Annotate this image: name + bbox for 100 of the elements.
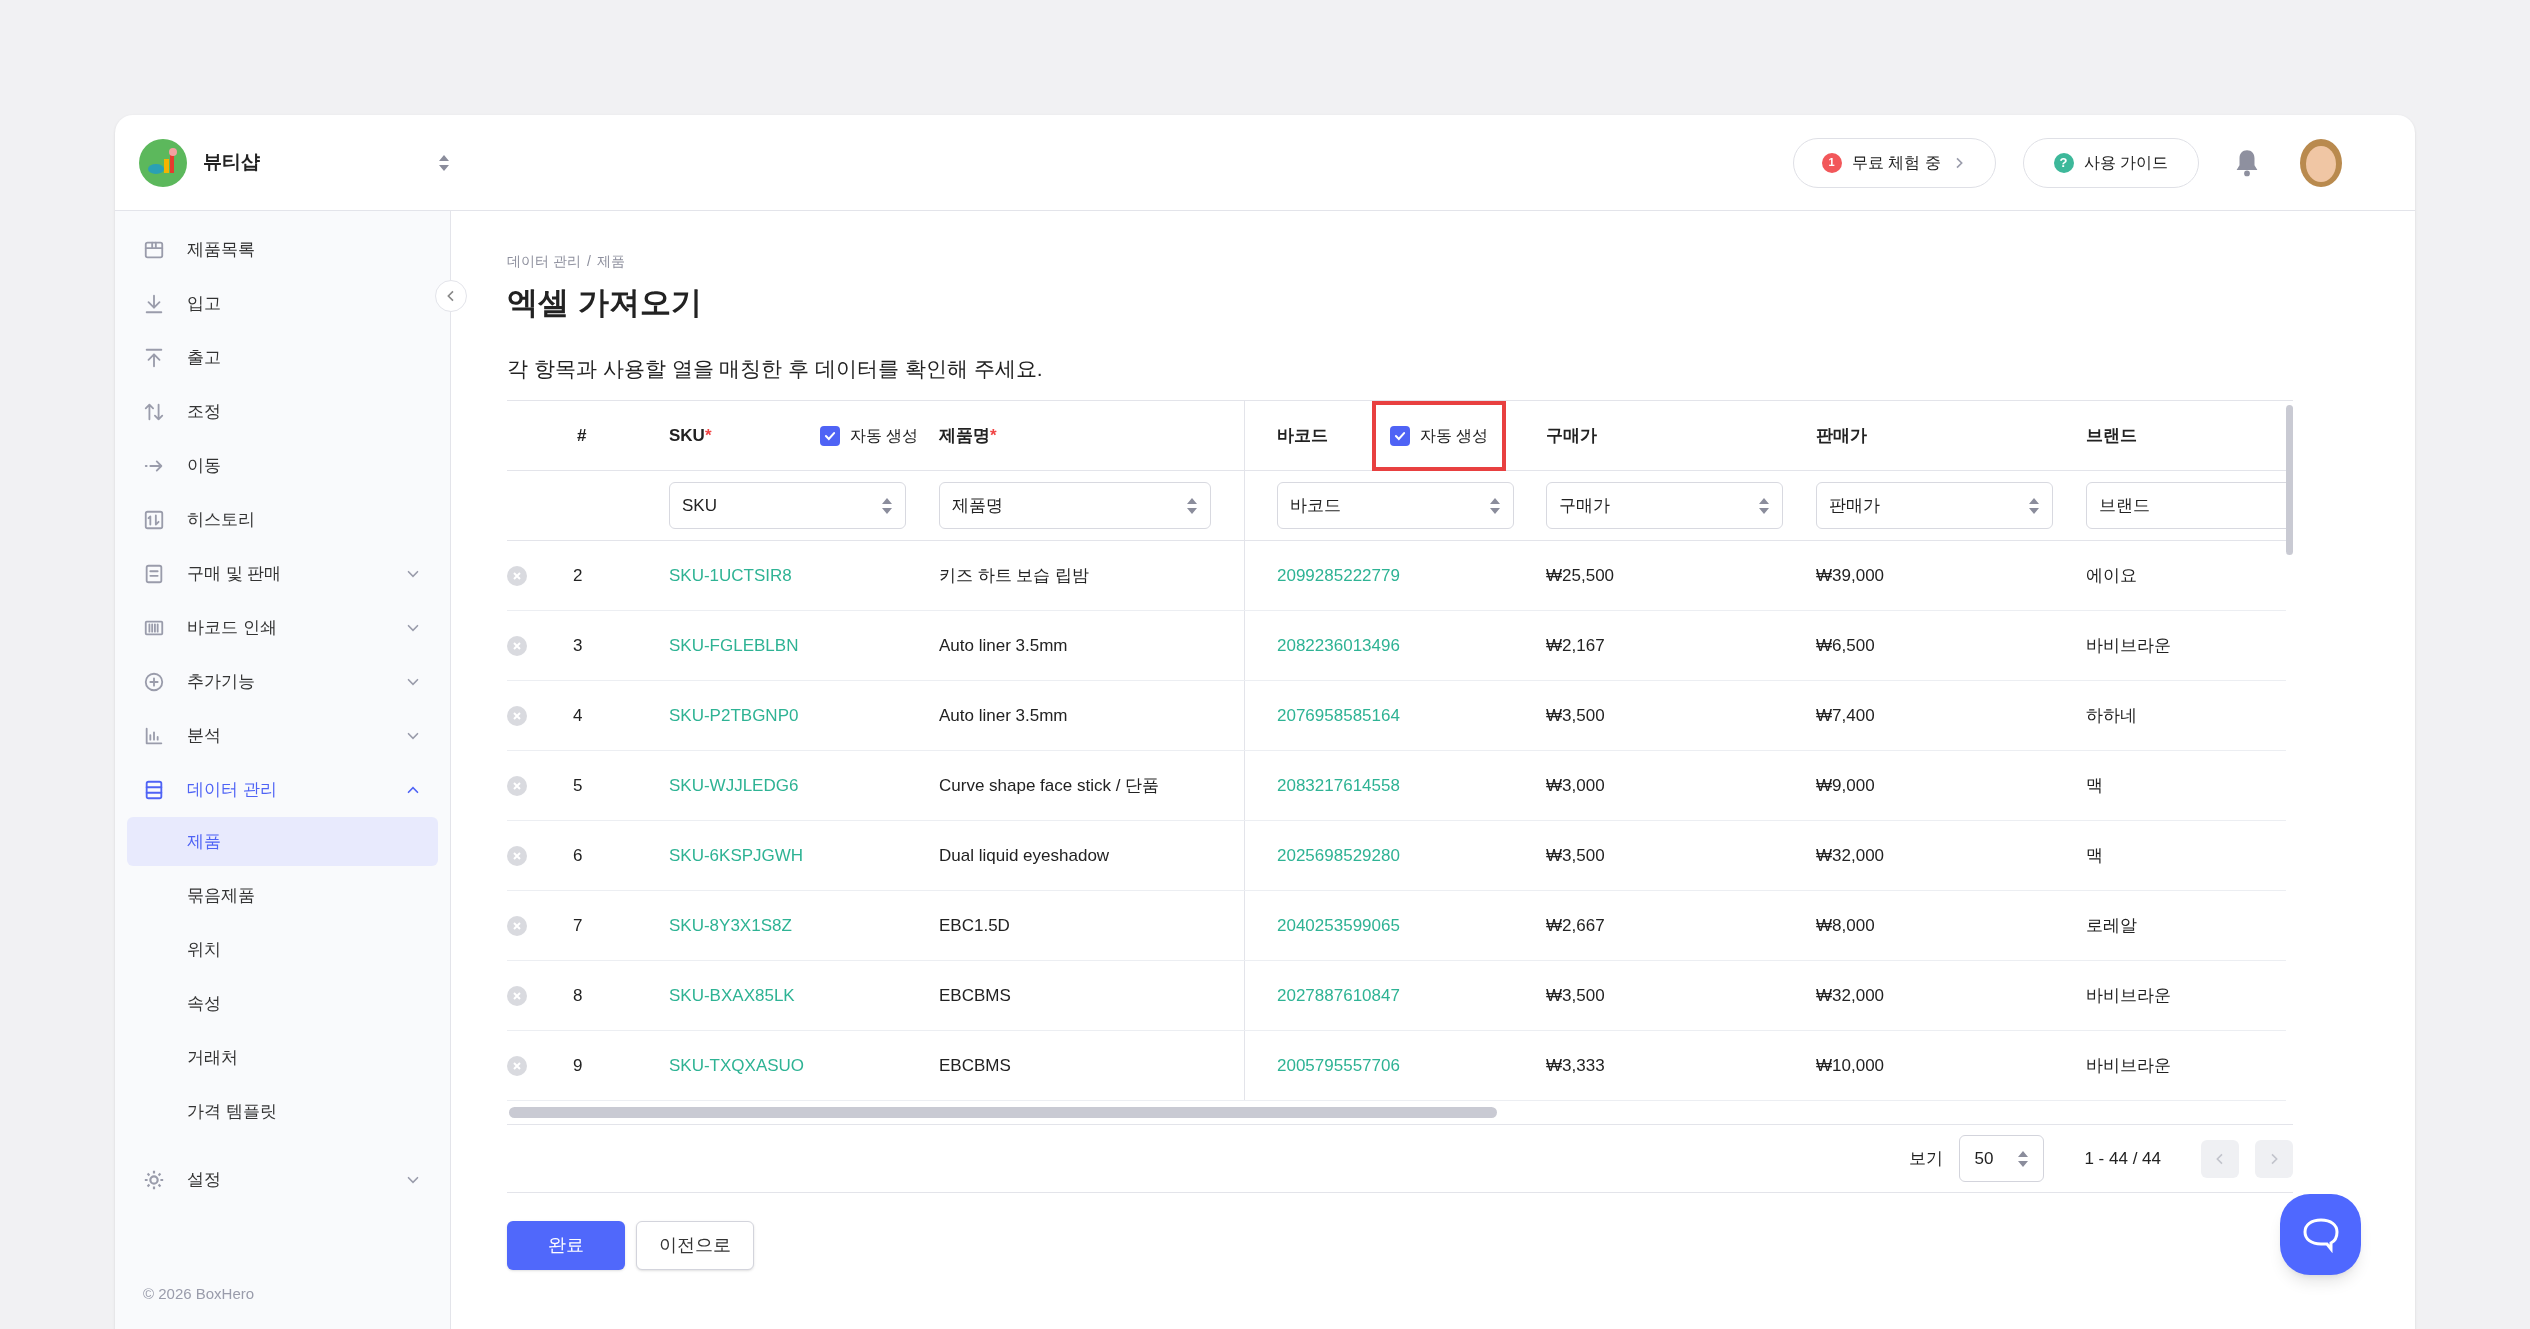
table-cell-text: ₩3,000	[1546, 774, 1605, 797]
sort-arrows-icon	[2028, 496, 2040, 515]
table-cell-text: 맥	[2086, 844, 2103, 867]
sidebar-subitem[interactable]: 속성	[127, 979, 438, 1028]
column-select[interactable]: 바코드	[1277, 482, 1514, 529]
table-cell-text: ₩32,000	[1816, 984, 1885, 1007]
sidebar-item[interactable]: 바코드 인쇄	[127, 601, 438, 655]
scrollbar-thumb[interactable]	[2286, 405, 2293, 555]
chat-button[interactable]	[2280, 1194, 2361, 1275]
page-title: 엑셀 가져오기	[507, 284, 703, 322]
sidebar-item[interactable]: 분석	[127, 709, 438, 763]
remove-icon[interactable]	[507, 635, 527, 656]
avatar[interactable]	[2299, 137, 2343, 188]
table-cell-text: EBC1.5D	[939, 914, 1010, 937]
sidebar-subitem[interactable]: 제품	[127, 817, 438, 866]
checkbox[interactable]	[819, 425, 840, 446]
collapse-button[interactable]	[435, 280, 467, 312]
bar-chart-icon	[143, 725, 165, 747]
sidebar-item[interactable]: 이동	[127, 439, 438, 493]
table-cell-text: ₩3,500	[1546, 984, 1605, 1007]
remove-icon[interactable]	[507, 705, 527, 726]
table-cell-text: 에이요	[2086, 564, 2137, 587]
sidebar-subitem[interactable]: 가격 템플릿	[127, 1087, 438, 1136]
page-size-label: 보기	[1909, 1147, 1944, 1170]
table-cell-text: EBCBMS	[939, 1054, 1011, 1077]
sidebar-item[interactable]: 제품목록	[127, 223, 438, 277]
row-number: 4	[573, 704, 583, 727]
remove-icon[interactable]	[507, 1055, 527, 1076]
cosmetics-logo	[139, 138, 187, 187]
remove-icon[interactable]	[507, 565, 527, 586]
sort-arrows-icon	[438, 153, 450, 172]
row-number: 9	[573, 1054, 583, 1077]
row-number: 7	[573, 914, 583, 937]
sidebar-item[interactable]: 설정	[127, 1153, 438, 1207]
table-cell-text: ₩9,000	[1816, 774, 1875, 797]
auto-generate-checkbox[interactable]: 자동 생성	[1372, 401, 1507, 471]
table-cell-text: 하하네	[2086, 704, 2137, 727]
plus-circle-icon	[143, 671, 165, 693]
box-icon	[143, 239, 165, 261]
sidebar-item[interactable]: 데이터 관리	[127, 763, 438, 817]
table-cell-text: ₩3,333	[1546, 1054, 1605, 1077]
row-number: 2	[573, 564, 583, 587]
sidebar-item[interactable]: 히스토리	[127, 493, 438, 547]
complete-button[interactable]: 완료	[507, 1221, 625, 1270]
page-size-select[interactable]: 50	[1959, 1135, 2045, 1182]
column-select[interactable]: SKU	[669, 482, 906, 529]
column-header: 제품명*	[939, 424, 997, 447]
table-cell-text: ₩8,000	[1816, 914, 1875, 937]
table-cell-text: Dual liquid eyeshadow	[939, 844, 1110, 867]
sidebar-subitem[interactable]: 위치	[127, 925, 438, 974]
table-cell-text: ₩2,167	[1546, 634, 1605, 657]
table-cell-text: 바비브라운	[2086, 984, 2171, 1007]
table-cell-text: 키즈 하트 보습 립밤	[939, 564, 1090, 587]
checkbox[interactable]	[1390, 425, 1410, 446]
column-header: 브랜드	[2086, 424, 2137, 447]
table-cell-text: 바비브라운	[2086, 634, 2171, 657]
sidebar-item[interactable]: 조정	[127, 385, 438, 439]
sort-arrows-icon	[1186, 496, 1198, 515]
upload-icon	[143, 347, 165, 369]
remove-icon[interactable]	[507, 775, 527, 796]
table-cell-text: ₩39,000	[1816, 564, 1885, 587]
sidebar-item[interactable]: 입고	[127, 277, 438, 331]
sidebar-item[interactable]: 출고	[127, 331, 438, 385]
column-header: 바코드	[1277, 424, 1328, 447]
table-cell-text: ₩3,500	[1546, 844, 1605, 867]
table-cell-text: ₩2,667	[1546, 914, 1605, 937]
breadcrumb-separator: /	[586, 252, 591, 271]
sidebar-item[interactable]: 구매 및 판매	[127, 547, 438, 601]
sort-arrows-icon	[1489, 496, 1501, 515]
column-select[interactable]: 구매가	[1546, 482, 1783, 529]
remove-icon[interactable]	[507, 845, 527, 866]
remove-icon[interactable]	[507, 915, 527, 936]
table-cell-text: 맥	[2086, 774, 2103, 797]
swap-icon	[143, 401, 165, 423]
table-cell-text: ₩7,400	[1816, 704, 1875, 727]
column-select[interactable]: 판매가	[1816, 482, 2053, 529]
table-cell-text: ₩3,500	[1546, 704, 1605, 727]
page-range: 1 - 44 / 44	[2084, 1147, 2161, 1170]
remove-icon[interactable]	[507, 985, 527, 1006]
column-header: 판매가	[1816, 424, 1867, 447]
scrollbar-thumb[interactable]	[509, 1107, 1497, 1118]
sort-arrows-icon	[881, 496, 893, 515]
back-button[interactable]: 이전으로	[636, 1221, 754, 1270]
auto-generate-checkbox[interactable]: 자동 생성	[797, 401, 940, 471]
sidebar-subitem[interactable]: 거래처	[127, 1033, 438, 1082]
database-icon	[143, 779, 165, 801]
document-icon	[143, 563, 165, 585]
column-select[interactable]: 제품명	[939, 482, 1211, 529]
sort-arrows-icon	[1758, 496, 1770, 515]
row-number: 6	[573, 844, 583, 867]
download-icon	[143, 293, 165, 315]
sidebar-subitem[interactable]: 묶음제품	[127, 871, 438, 920]
table-cell-text: ₩10,000	[1816, 1054, 1885, 1077]
table-cell-text: 바비브라운	[2086, 1054, 2171, 1077]
instruction-text: 각 항목과 사용할 열을 매칭한 후 데이터를 확인해 주세요.	[507, 355, 1044, 382]
sidebar-item[interactable]: 추가기능	[127, 655, 438, 709]
column-header: 구매가	[1546, 424, 1597, 447]
count-badge: 1	[1821, 152, 1842, 173]
row-number: 3	[573, 634, 583, 657]
column-header: #	[577, 424, 587, 447]
